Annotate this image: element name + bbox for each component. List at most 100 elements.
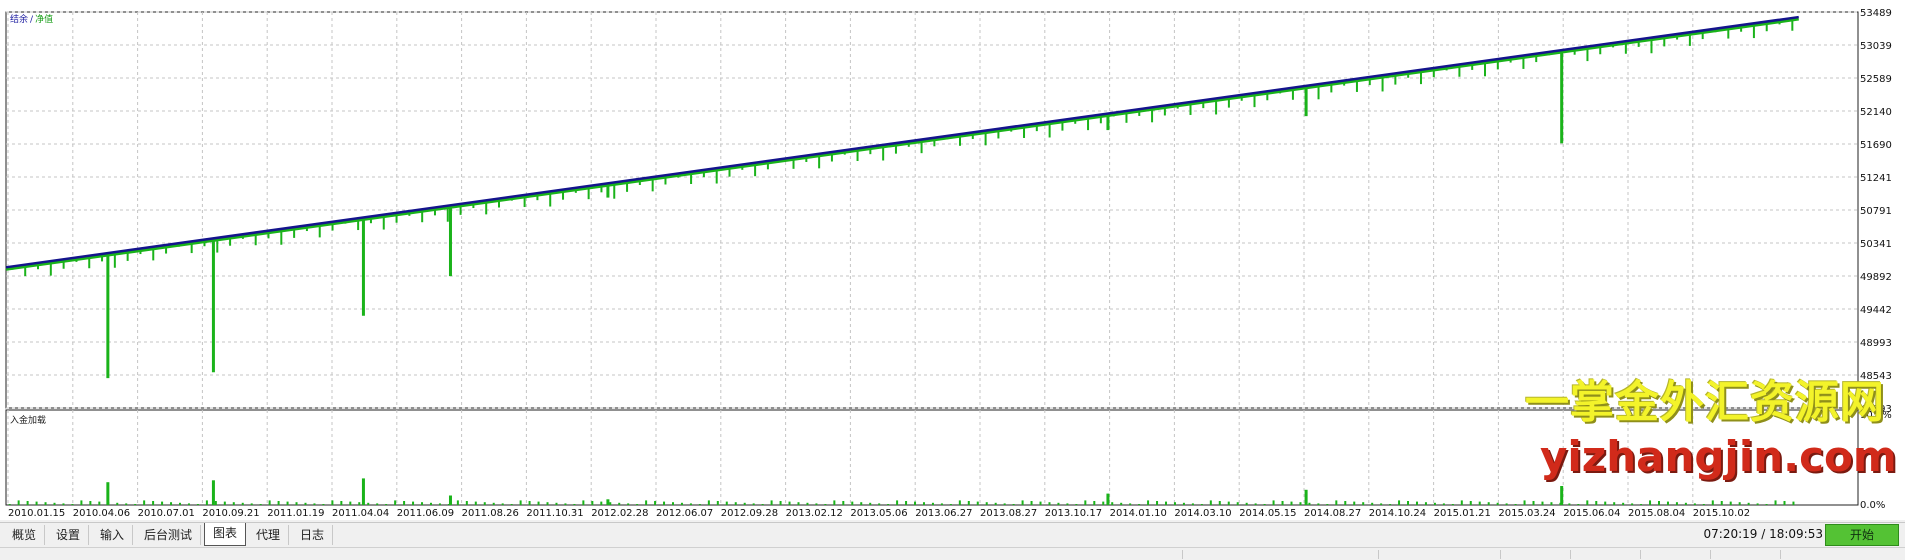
deposit-load-bar-small (1398, 500, 1401, 505)
x-tick-label: 2013.02.12 (786, 508, 843, 519)
deposit-load-bar-small (1451, 504, 1454, 505)
x-tick-label: 2011.10.31 (526, 508, 583, 519)
deposit-load-bar-small (1156, 501, 1159, 505)
deposit-load-bar-small (421, 502, 424, 505)
deposit-load-bar-small (1138, 504, 1141, 505)
deposit-load-bar-small (707, 500, 710, 505)
deposit-load-bar-small (178, 502, 181, 505)
deposit-load-bar (106, 482, 110, 505)
x-tick-label: 2010.07.01 (138, 508, 195, 519)
deposit-load-bar-small (412, 501, 415, 505)
deposit-load-bar-small (1075, 504, 1078, 505)
deposit-load-bar-small (1290, 501, 1293, 505)
status-divider (1378, 550, 1379, 559)
tab-agents[interactable]: 代理 (248, 525, 290, 545)
x-tick-label: 2010.09.21 (202, 508, 259, 519)
deposit-load-bar-small (1702, 504, 1705, 505)
deposit-load-bar-small (878, 503, 881, 505)
deposit-load-bar (606, 499, 610, 505)
deposit-load-bar-small (1335, 500, 1338, 505)
x-tick-label: 2010.01.15 (8, 508, 65, 519)
deposit-load-bar-small (564, 503, 567, 505)
deposit-load-bar-small (214, 501, 217, 505)
deposit-load-bar-small (1568, 503, 1571, 505)
deposit-load-bar-small (1093, 501, 1096, 505)
deposit-load-bar-small (680, 502, 683, 505)
deposit-load-bar-small (654, 501, 657, 505)
deposit-load-bar-small (860, 502, 863, 505)
deposit-load-bar-small (1344, 501, 1347, 505)
deposit-load-bar-small (1057, 502, 1060, 505)
deposit-load-bar-small (1173, 502, 1176, 505)
deposit-load-bar-small (716, 501, 719, 505)
deposit-load-bar-small (403, 501, 406, 505)
deposit-load-bar-small (1326, 504, 1329, 505)
deposit-load-bar-small (1003, 503, 1006, 505)
deposit-load-bar-small (1191, 503, 1194, 505)
equity-line (5, 17, 1799, 271)
deposit-load-bar-small (125, 503, 128, 505)
deposit-load-bar-small (367, 502, 370, 505)
tab-graph[interactable]: 图表 (204, 523, 247, 546)
deposit-load-bar-small (1281, 501, 1284, 505)
deposit-load-bar-small (1747, 502, 1750, 505)
deposit-load-bar-small (62, 503, 65, 505)
deposit-load-bar-small (26, 501, 29, 505)
deposit-load-bar-small (779, 501, 782, 505)
x-tick-label: 2014.10.24 (1369, 508, 1426, 519)
deposit-load-bar-small (1200, 504, 1203, 505)
deposit-load-bar-small (573, 504, 576, 505)
deposit-load-bar-small (1765, 504, 1768, 505)
x-tick-label: 2015.10.02 (1693, 508, 1750, 519)
start-button[interactable]: 开始 (1825, 524, 1899, 546)
x-tick-label: 2011.01.19 (267, 508, 324, 519)
deposit-load-bar-small (967, 501, 970, 505)
deposit-load-bar-small (205, 500, 208, 505)
tab-inputs[interactable]: 输入 (92, 525, 134, 545)
deposit-load-bar-small (698, 504, 701, 505)
deposit-load-bar-small (663, 501, 666, 505)
x-tick-label: 2011.06.09 (397, 508, 454, 519)
status-divider (1500, 550, 1501, 559)
deposit-load-bar-small (1577, 504, 1580, 505)
tab-journal[interactable]: 日志 (292, 525, 334, 545)
status-divider (1780, 550, 1781, 559)
deposit-load-bar-small (1415, 501, 1418, 505)
deposit-load-bar-small (797, 502, 800, 505)
deposit-load-bar-small (35, 501, 38, 505)
deposit-load-bar-small (1729, 501, 1732, 505)
deposit-load-bar-small (1604, 501, 1607, 505)
deposit-load-bar-small (645, 500, 648, 505)
deposit-load-bar-small (510, 504, 513, 505)
deposit-load-bar-small (725, 501, 728, 505)
deposit-load-bar-small (170, 502, 173, 505)
tab-overview[interactable]: 概览 (4, 525, 46, 545)
deposit-load-bar-small (447, 504, 450, 505)
deposit-load-bar-small (1774, 500, 1777, 505)
deposit-load-bar-small (1407, 501, 1410, 505)
y-tick-label: 52589 (1860, 74, 1892, 85)
deposit-load-bar-small (1586, 500, 1589, 505)
deposit-load-bar-small (770, 500, 773, 505)
x-tick-label: 2011.04.04 (332, 508, 389, 519)
deposit-load-bar-small (1147, 500, 1150, 505)
y-tick-label: 51690 (1860, 140, 1892, 151)
deposit-load-bar-small (313, 503, 316, 505)
deposit-load-bar-small (376, 503, 379, 505)
deposit-load-bar-small (636, 504, 639, 505)
tab-backtest[interactable]: 后台测试 (136, 525, 202, 545)
deposit-load-bar-small (322, 504, 325, 505)
x-tick-label: 2015.08.04 (1628, 508, 1685, 519)
deposit-load-bar-small (1613, 502, 1616, 505)
tab-settings[interactable]: 设置 (48, 525, 90, 545)
deposit-load-bar-small (1308, 502, 1311, 505)
x-tick-label: 2012.09.28 (721, 508, 778, 519)
deposit-load-bar-small (1505, 503, 1508, 505)
tester-tab-bar: 概览 设置 输入 后台测试 图表 代理 日志 07:20:19 / 18:09:… (0, 522, 1905, 547)
deposit-load-bar-small (1550, 502, 1553, 505)
deposit-load-bar-small (1514, 504, 1517, 505)
deposit-load-label: 入金加载 (10, 416, 47, 426)
x-tick-label: 2014.03.10 (1174, 508, 1231, 519)
deposit-load-bar-small (8, 504, 11, 505)
deposit-load-bar-small (1227, 501, 1230, 505)
